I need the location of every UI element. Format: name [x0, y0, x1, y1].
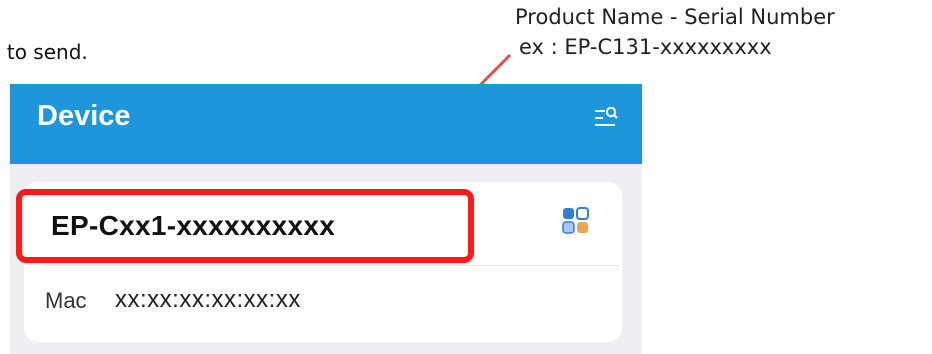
list-search-icon[interactable] — [593, 104, 619, 130]
mac-address: xx:xx:xx:xx:xx:xx — [115, 286, 301, 313]
card-divider — [44, 265, 620, 266]
device-screen: Device EP-Cxx1-xxxxxxxxxx Mac xx:xx:xx:x… — [10, 84, 642, 354]
page-title: Device — [37, 100, 131, 132]
annotation-line-2: ex : EP-C131-xxxxxxxxx — [519, 35, 772, 59]
device-card[interactable]: EP-Cxx1-xxxxxxxxxx Mac xx:xx:xx:xx:xx:xx — [16, 182, 622, 342]
mac-label: Mac — [45, 288, 87, 313]
instruction-label: nt to send. — [0, 40, 88, 64]
four-squares-icon[interactable] — [561, 206, 591, 236]
annotation-callout: Product Name - Serial Number ex : EP-C13… — [515, 2, 835, 62]
annotation-line-1: Product Name - Serial Number — [515, 5, 835, 29]
device-name: EP-Cxx1-xxxxxxxxxx — [51, 210, 336, 241]
app-header: Device — [10, 84, 642, 164]
instruction-text: nt to send. — [0, 40, 160, 64]
